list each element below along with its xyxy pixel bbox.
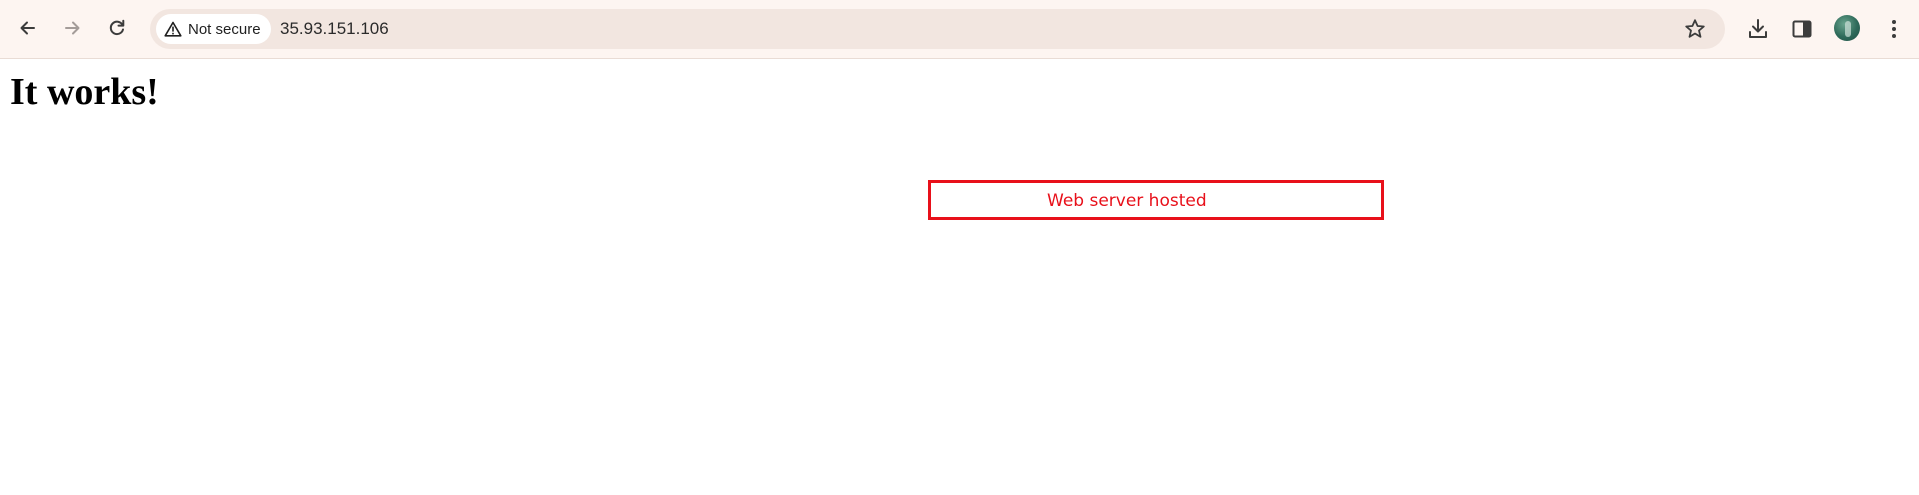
bookmark-star-button[interactable]: [1683, 17, 1707, 41]
arrow-right-icon: [65, 21, 80, 35]
browser-toolbar: Not secure 35.93.151.106: [0, 0, 1919, 59]
star-icon: [1685, 19, 1705, 38]
kebab-menu-icon: [1892, 20, 1896, 38]
back-button[interactable]: [11, 11, 45, 45]
annotation-box: Web server hosted: [928, 180, 1384, 220]
avatar[interactable]: [1834, 15, 1860, 41]
downloads-button[interactable]: [1744, 15, 1772, 43]
url-text[interactable]: 35.93.151.106: [280, 9, 389, 49]
side-panel-button[interactable]: [1788, 15, 1816, 43]
page-heading: It works!: [10, 71, 159, 113]
security-label: Not secure: [188, 20, 261, 38]
side-panel-icon: [1792, 20, 1812, 38]
menu-button[interactable]: [1880, 15, 1908, 43]
reload-button[interactable]: [100, 11, 134, 45]
address-bar[interactable]: Not secure 35.93.151.106: [150, 9, 1725, 49]
warning-triangle-icon: [164, 21, 182, 37]
security-indicator[interactable]: Not secure: [156, 14, 271, 44]
download-icon: [1749, 19, 1767, 38]
forward-button[interactable]: [55, 11, 89, 45]
arrow-left-icon: [20, 21, 35, 35]
page-content: It works! Web server hosted: [0, 59, 1919, 495]
annotation-text: Web server hosted: [1047, 191, 1207, 211]
reload-icon: [109, 19, 125, 36]
